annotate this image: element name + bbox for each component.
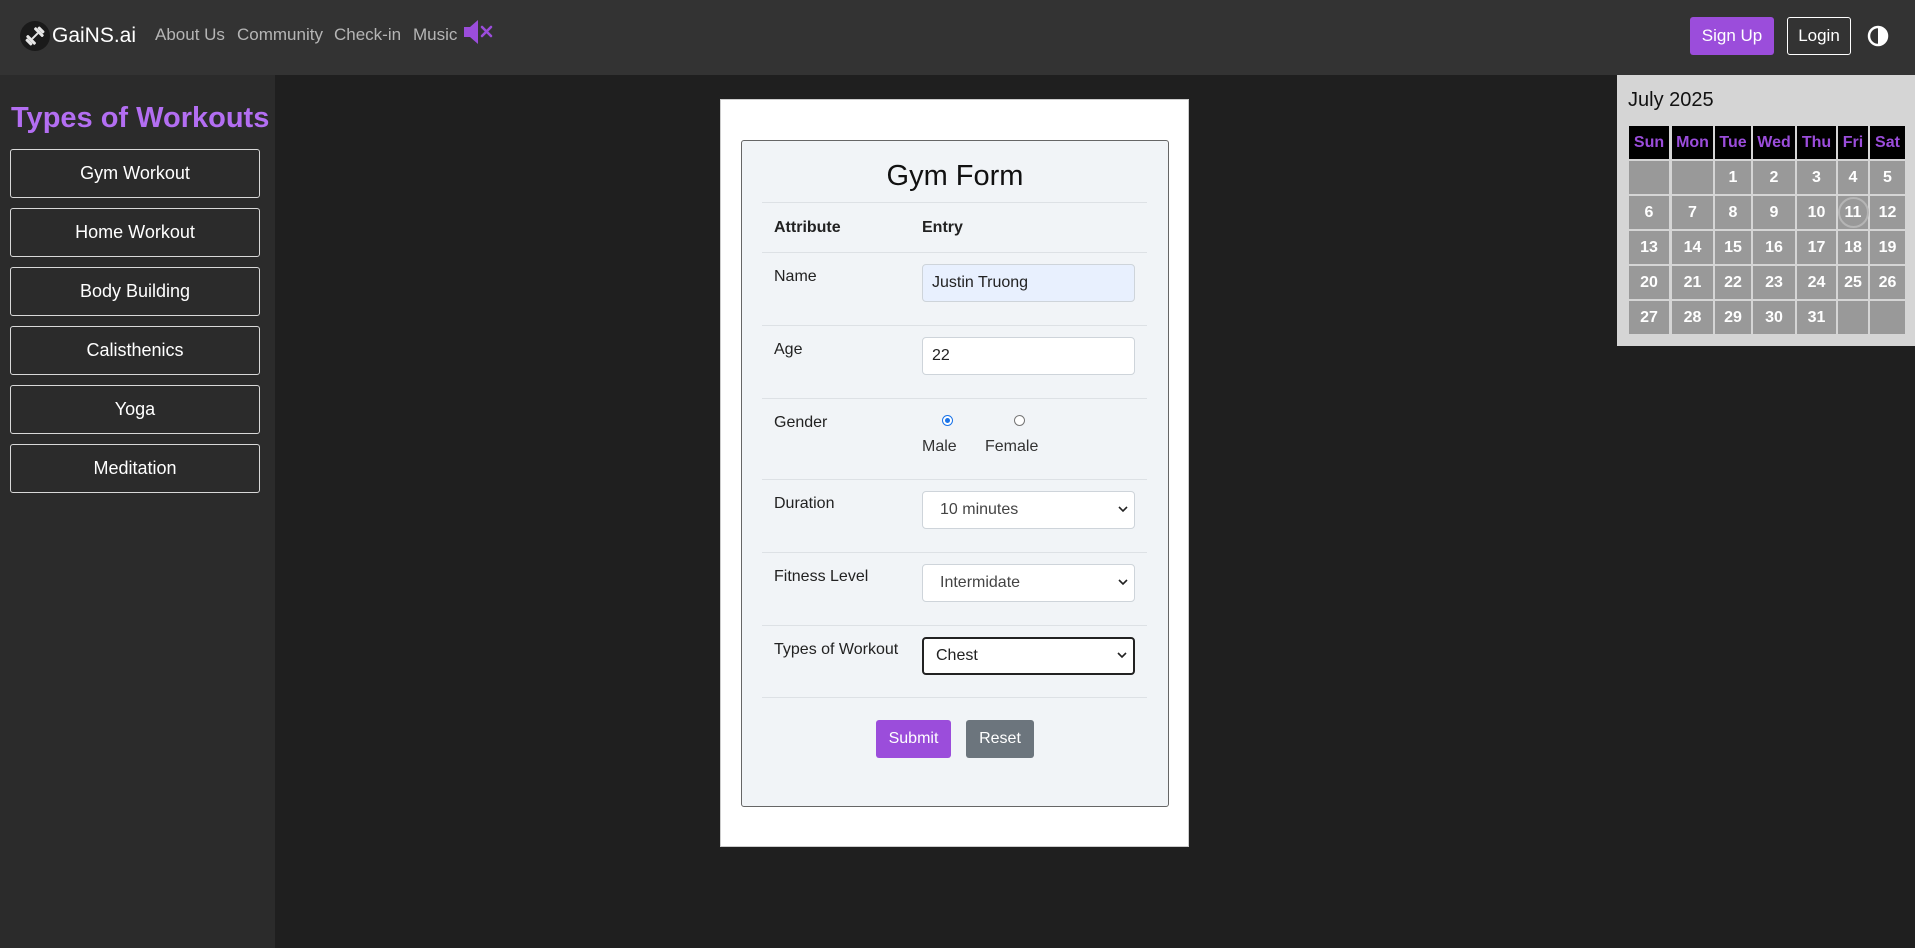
fitness-level-label: Fitness Level [774,568,869,585]
calendar-empty-cell [1672,161,1713,194]
brand-name: GaiNS.ai [52,24,137,47]
gender-female-radio[interactable] [1014,415,1025,426]
calendar-day[interactable]: 23 [1753,266,1795,299]
divider [762,479,1147,480]
chevron-down-icon [1118,506,1128,513]
gym-form-card [741,140,1169,807]
calendar-day[interactable]: 7 [1672,196,1713,229]
duration-select[interactable]: 10 minutes [922,491,1135,529]
sidebar-item-body-building[interactable]: Body Building [10,267,260,316]
sidebar-title: Types of Workouts [11,102,270,134]
age-label: Age [774,341,803,358]
calendar-empty-cell [1629,161,1669,194]
calendar-weekday-sun: Sun [1629,126,1669,159]
gender-label: Gender [774,414,828,431]
calendar-day[interactable]: 22 [1715,266,1751,299]
fitness-level-select-value: Intermidate [940,574,1021,591]
duration-select-value: 10 minutes [940,501,1019,518]
workout-type-label: Types of Workout [774,641,899,658]
calendar-day[interactable]: 17 [1797,231,1836,264]
workout-type-select-value: Chest [936,647,978,664]
dumbbell-icon [20,21,50,51]
calendar-day[interactable]: 1 [1715,161,1751,194]
sign-up-button[interactable]: Sign Up [1690,17,1774,55]
chevron-down-icon [1117,652,1127,659]
gender-male-radio[interactable] [942,415,953,426]
calendar-weekday-thu: Thu [1797,126,1836,159]
calendar-day[interactable]: 6 [1629,196,1669,229]
calendar-day[interactable]: 11 [1838,196,1868,229]
nav-link-check-in[interactable]: Check-in [334,25,401,45]
header-entry: Entry [922,219,963,236]
calendar-day[interactable]: 30 [1753,301,1795,334]
header-attribute: Attribute [774,219,841,236]
calendar-day[interactable]: 31 [1797,301,1836,334]
calendar-day[interactable]: 20 [1629,266,1669,299]
calendar-day[interactable]: 25 [1838,266,1868,299]
calendar-day[interactable]: 9 [1753,196,1795,229]
calendar-weekday-wed: Wed [1753,126,1795,159]
calendar-title: July 2025 [1628,89,1714,111]
age-input[interactable] [922,337,1135,375]
calendar-day[interactable]: 15 [1715,231,1751,264]
workout-type-select[interactable]: Chest [922,637,1135,675]
theme-toggle-icon[interactable] [1867,25,1889,47]
gender-female-label: Female [985,438,1039,455]
nav-link-music[interactable]: Music [413,25,457,45]
calendar-weekday-sat: Sat [1870,126,1905,159]
navbar: GaiNS.ai About Us Community Check-in Mus… [0,0,1915,75]
calendar-day[interactable]: 29 [1715,301,1751,334]
calendar-day[interactable]: 19 [1870,231,1905,264]
reset-button[interactable]: Reset [966,720,1034,758]
nav-link-community[interactable]: Community [237,25,323,45]
sidebar-item-calisthenics[interactable]: Calisthenics [10,326,260,375]
divider [762,252,1147,253]
sidebar-item-gym-workout[interactable]: Gym Workout [10,149,260,198]
calendar-day[interactable]: 12 [1870,196,1905,229]
divider [762,552,1147,553]
sidebar-item-yoga[interactable]: Yoga [10,385,260,434]
divider [762,325,1147,326]
fitness-level-select[interactable]: Intermidate [922,564,1135,602]
calendar-day[interactable]: 4 [1838,161,1868,194]
divider [762,625,1147,626]
calendar-day[interactable]: 3 [1797,161,1836,194]
calendar-day[interactable]: 26 [1870,266,1905,299]
calendar-day[interactable]: 21 [1672,266,1713,299]
calendar-day[interactable]: 28 [1672,301,1713,334]
calendar-weekday-fri: Fri [1838,126,1868,159]
calendar-day[interactable]: 8 [1715,196,1751,229]
chevron-down-icon [1118,579,1128,586]
login-button[interactable]: Login [1787,17,1851,55]
calendar-day[interactable]: 10 [1797,196,1836,229]
brand[interactable]: GaiNS.ai [20,19,136,53]
calendar-day[interactable]: 14 [1672,231,1713,264]
calendar-day[interactable]: 5 [1870,161,1905,194]
divider [762,202,1147,203]
calendar-day[interactable]: 13 [1629,231,1669,264]
form-title: Gym Form [886,160,1024,192]
calendar-weekday-tue: Tue [1715,126,1751,159]
duration-label: Duration [774,495,835,512]
calendar-day[interactable]: 24 [1797,266,1836,299]
calendar-empty-cell [1870,301,1905,334]
sidebar-item-meditation[interactable]: Meditation [10,444,260,493]
divider [762,697,1147,698]
name-input[interactable] [922,264,1135,302]
name-label: Name [774,268,817,285]
calendar-day[interactable]: 16 [1753,231,1795,264]
sidebar: Types of Workouts Gym Workout Home Worko… [0,75,275,948]
calendar-empty-cell [1838,301,1868,334]
calendar-day[interactable]: 18 [1838,231,1868,264]
submit-button[interactable]: Submit [876,720,951,758]
calendar-day[interactable]: 27 [1629,301,1669,334]
mute-icon[interactable] [462,18,496,46]
divider [762,398,1147,399]
nav-link-about-us[interactable]: About Us [155,25,225,45]
calendar-weekday-mon: Mon [1672,126,1713,159]
sidebar-item-home-workout[interactable]: Home Workout [10,208,260,257]
calendar-day[interactable]: 2 [1753,161,1795,194]
gender-male-label: Male [922,438,957,455]
